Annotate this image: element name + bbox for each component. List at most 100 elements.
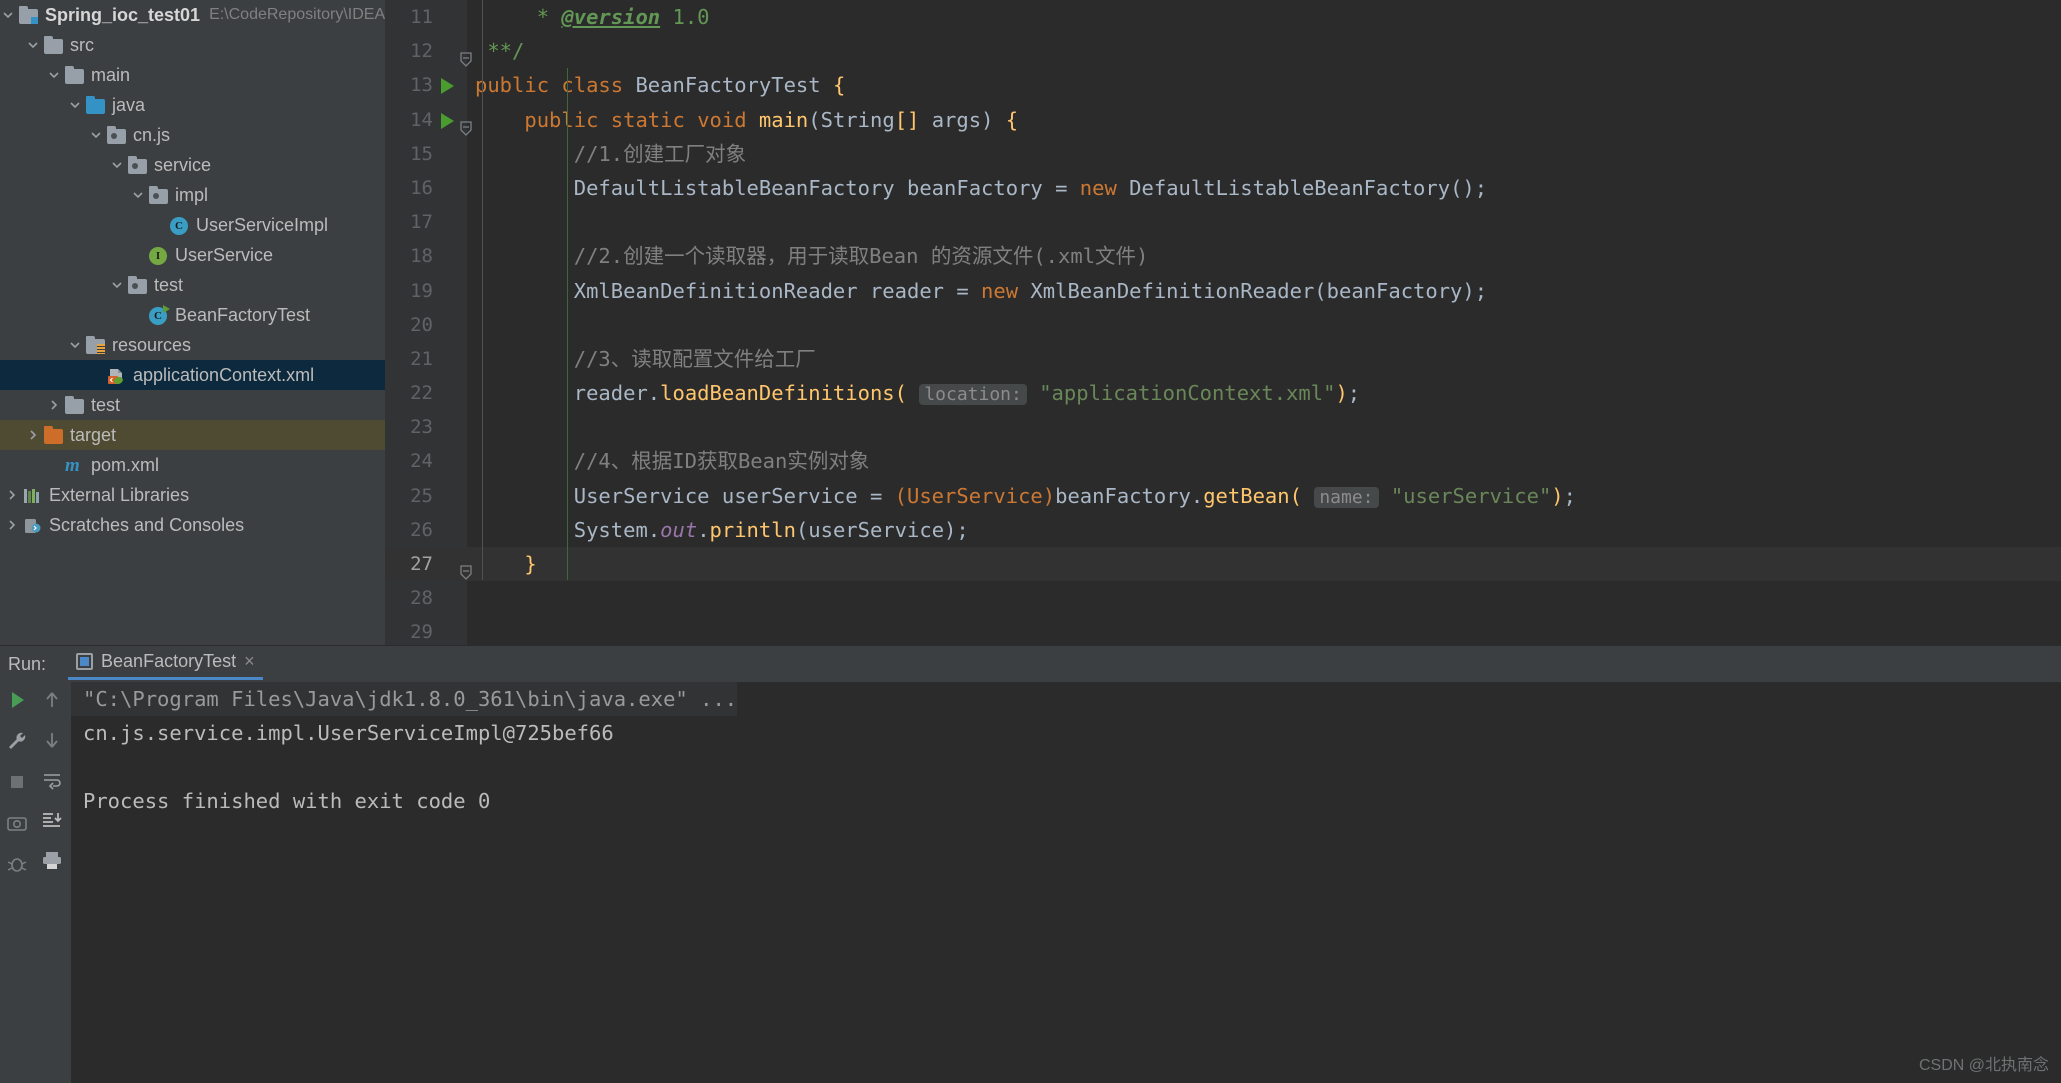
run-primary-toolbar[interactable] <box>0 682 33 1083</box>
project-tree-items[interactable]: src main java cn.js service impl C UserServiceI… <box>0 30 385 540</box>
folder-excluded-icon <box>44 425 63 445</box>
settings-wrench-icon[interactable] <box>5 729 29 753</box>
debug-icon[interactable] <box>5 852 29 876</box>
code-line-20[interactable]: 20 <box>385 308 2061 342</box>
code-line-28[interactable]: 28 <box>385 581 2061 615</box>
run-panel-label: Run: <box>8 653 47 674</box>
tree-row-service[interactable]: service <box>0 150 385 180</box>
line-number: 11 <box>410 6 433 28</box>
tree-row-pom-xml[interactable]: m pom.xml <box>0 450 385 480</box>
code-line-text: * @version 1.0 <box>475 5 710 29</box>
line-number: 13 <box>410 74 433 97</box>
line-number: 27 <box>410 553 433 575</box>
soft-wrap-icon[interactable] <box>40 768 64 792</box>
tree-item-label: UserService <box>175 244 274 265</box>
line-number: 18 <box>410 245 433 268</box>
line-number: 20 <box>410 313 433 336</box>
tree-row-beanfactorytest[interactable]: C BeanFactoryTest <box>0 300 385 330</box>
close-icon[interactable]: × <box>244 651 255 672</box>
run-tab-bar[interactable]: Run: BeanFactoryTest × <box>0 646 2061 682</box>
down-arrow-icon[interactable] <box>40 728 64 752</box>
console-line: cn.js.service.impl.UserServiceImpl@725be… <box>83 721 614 745</box>
tree-item-label: java <box>112 94 146 115</box>
chevron-placeholder <box>46 457 62 473</box>
maven-icon: m <box>65 454 80 476</box>
code-line-24[interactable]: 24 //4、根据ID获取Bean实例对象 <box>385 444 2061 478</box>
rerun-icon[interactable] <box>5 688 29 712</box>
chevron-down-icon[interactable] <box>67 97 83 113</box>
tree-row-cn-js[interactable]: cn.js <box>0 120 385 150</box>
line-number: 21 <box>410 347 433 370</box>
code-line-29[interactable]: 29 <box>385 615 2061 645</box>
code-line-text: reader.loadBeanDefinitions( location: "a… <box>573 381 1361 406</box>
tree-row-src[interactable]: src <box>0 30 385 60</box>
code-line-21[interactable]: 21 //3、读取配置文件给工厂 <box>385 342 2061 376</box>
tree-row-test[interactable]: test <box>0 390 385 420</box>
run-tab-beanfactorytest[interactable]: BeanFactoryTest × <box>68 648 263 680</box>
line-number: 14 <box>410 108 433 131</box>
scroll-to-end-icon[interactable] <box>40 808 64 832</box>
java-test-class-icon: C <box>149 304 170 325</box>
tree-row-target[interactable]: target <box>0 420 385 450</box>
folder-resources-icon <box>86 335 105 355</box>
code-line-11[interactable]: 11 * @version 1.0 <box>385 0 2061 34</box>
tree-row-userservice[interactable]: I UserService <box>0 240 385 270</box>
code-line-27[interactable]: 27 } <box>385 547 2061 582</box>
code-line-18[interactable]: 18 //2.创建一个读取器，用于读取Bean 的资源文件(.xml文件) <box>385 239 2061 273</box>
tree-item-label: resources <box>112 334 192 355</box>
code-line-text: System.out.println(userService); <box>573 517 969 542</box>
code-line-14[interactable]: 14 public static void main(String[] args… <box>385 103 2061 137</box>
tree-row-project-root[interactable]: Spring_ioc_test01 E:\CodeRepository\IDEA… <box>0 0 385 30</box>
tree-row-java[interactable]: java <box>0 90 385 120</box>
tree-row-userserviceimpl[interactable]: C UserServiceImpl <box>0 210 385 240</box>
code-editor[interactable]: 11 * @version 1.0 12 **/13 public class Be… <box>385 0 2061 645</box>
code-fold-icon[interactable] <box>457 112 475 136</box>
run-secondary-toolbar[interactable] <box>33 682 71 1083</box>
code-line-15[interactable]: 15 //1.创建工厂对象 <box>385 137 2061 171</box>
tree-item-label: External Libraries <box>49 484 190 505</box>
chevron-down-icon[interactable] <box>109 277 125 293</box>
tree-row-test[interactable]: test <box>0 270 385 300</box>
run-tool-window[interactable]: Run: BeanFactoryTest × "C:\Program Files… <box>0 645 2061 1083</box>
code-line-12[interactable]: 12 **/ <box>385 34 2061 68</box>
chevron-right-icon[interactable] <box>4 517 20 533</box>
camera-icon[interactable] <box>5 811 29 835</box>
chevron-down-icon[interactable] <box>0 7 16 23</box>
chevron-right-icon[interactable] <box>4 487 20 503</box>
code-line-26[interactable]: 26 System.out.println(userService); <box>385 513 2061 547</box>
code-fold-icon[interactable] <box>457 556 475 580</box>
editor-code-area[interactable]: 11 * @version 1.0 12 **/13 public class Be… <box>385 0 2061 645</box>
chevron-right-icon[interactable] <box>25 427 41 443</box>
chevron-down-icon[interactable] <box>46 67 62 83</box>
chevron-down-icon[interactable] <box>88 127 104 143</box>
chevron-down-icon[interactable] <box>67 337 83 353</box>
console-output[interactable]: "C:\Program Files\Java\jdk1.8.0_361\bin\… <box>71 682 2061 1083</box>
chevron-down-icon[interactable] <box>109 157 125 173</box>
tree-row-impl[interactable]: impl <box>0 180 385 210</box>
code-line-22[interactable]: 22 reader.loadBeanDefinitions( location:… <box>385 376 2061 410</box>
code-line-19[interactable]: 19 XmlBeanDefinitionReader reader = new … <box>385 274 2061 308</box>
tree-row-applicationcontext-xml[interactable]: applicationContext.xml <box>0 360 385 390</box>
stop-icon[interactable] <box>5 770 29 794</box>
print-icon[interactable] <box>40 848 64 872</box>
code-line-17[interactable]: 17 <box>385 205 2061 239</box>
chevron-right-icon[interactable] <box>46 397 62 413</box>
code-line-23[interactable]: 23 <box>385 410 2061 444</box>
code-line-13[interactable]: 13 public class BeanFactoryTest { <box>385 68 2061 102</box>
up-arrow-icon[interactable] <box>40 688 64 712</box>
tree-row-resources[interactable]: resources <box>0 330 385 360</box>
chevron-placeholder <box>88 367 104 383</box>
run-gutter-icon[interactable] <box>441 112 454 129</box>
tree-row-main[interactable]: main <box>0 60 385 90</box>
tree-row-external-libraries[interactable]: External Libraries <box>0 480 385 510</box>
code-fold-icon[interactable] <box>457 43 475 68</box>
package-icon <box>107 125 126 145</box>
code-line-text: public static void main(String[] args) { <box>524 107 1019 132</box>
tree-row-scratches-and-consoles[interactable]: Scratches and Consoles <box>0 510 385 540</box>
code-line-16[interactable]: 16 DefaultListableBeanFactory beanFactor… <box>385 171 2061 205</box>
chevron-down-icon[interactable] <box>25 37 41 53</box>
code-line-25[interactable]: 25 UserService userService = (UserServic… <box>385 479 2061 513</box>
indent-guide-active <box>567 68 568 580</box>
run-gutter-icon[interactable] <box>441 78 454 95</box>
chevron-down-icon[interactable] <box>130 187 146 203</box>
